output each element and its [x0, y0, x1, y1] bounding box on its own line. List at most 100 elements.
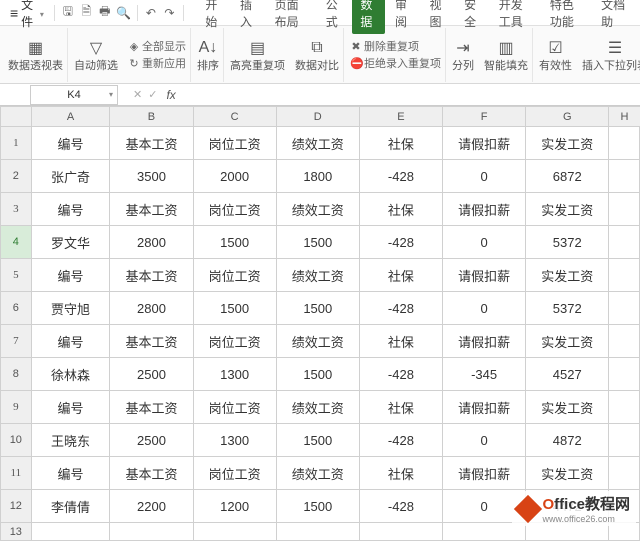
- cell[interactable]: 罗文华: [31, 226, 110, 259]
- cell[interactable]: [609, 193, 640, 226]
- cell[interactable]: [193, 523, 276, 541]
- row-header[interactable]: 13: [1, 523, 32, 541]
- cell[interactable]: 实发工资: [526, 391, 609, 424]
- col-header[interactable]: B: [110, 107, 193, 127]
- cell[interactable]: 实发工资: [526, 457, 609, 490]
- cell[interactable]: 社保: [359, 127, 442, 160]
- cell[interactable]: [609, 127, 640, 160]
- cell[interactable]: 请假扣薪: [443, 193, 526, 226]
- col-header[interactable]: C: [193, 107, 276, 127]
- cell[interactable]: 岗位工资: [193, 193, 276, 226]
- cell[interactable]: -428: [359, 226, 442, 259]
- cell[interactable]: 实发工资: [526, 325, 609, 358]
- cell[interactable]: 请假扣薪: [443, 127, 526, 160]
- cell[interactable]: 徐林森: [31, 358, 110, 391]
- cell[interactable]: -428: [359, 424, 442, 457]
- cell[interactable]: 社保: [359, 457, 442, 490]
- cell[interactable]: 岗位工资: [193, 391, 276, 424]
- cell[interactable]: 绩效工资: [276, 127, 359, 160]
- cell[interactable]: 基本工资: [110, 193, 193, 226]
- cell[interactable]: 绩效工资: [276, 457, 359, 490]
- cell[interactable]: 贾守旭: [31, 292, 110, 325]
- row-header[interactable]: 10: [1, 424, 32, 457]
- row-header[interactable]: 11: [1, 457, 32, 490]
- cell[interactable]: 实发工资: [526, 127, 609, 160]
- cell[interactable]: 2500: [110, 358, 193, 391]
- cell[interactable]: 编号: [31, 325, 110, 358]
- cell[interactable]: -428: [359, 160, 442, 193]
- cell[interactable]: 王晓东: [31, 424, 110, 457]
- sort-button[interactable]: A↓ 排序: [193, 28, 224, 82]
- splitcol-button[interactable]: ⇥ 分列: [448, 28, 478, 82]
- cell[interactable]: 0: [443, 226, 526, 259]
- col-header[interactable]: D: [276, 107, 359, 127]
- save-icon[interactable]: 🖫: [61, 4, 75, 22]
- cell[interactable]: 社保: [359, 193, 442, 226]
- cell[interactable]: 1500: [193, 226, 276, 259]
- row-header[interactable]: 6: [1, 292, 32, 325]
- autofilter-button[interactable]: ▽ 自动筛选: [70, 28, 122, 82]
- cell[interactable]: 社保: [359, 259, 442, 292]
- grid-table[interactable]: A B C D E F G H 1编号基本工资岗位工资绩效工资社保请假扣薪实发工…: [0, 106, 640, 541]
- cell[interactable]: 编号: [31, 193, 110, 226]
- reject-dup-button[interactable]: ⛔拒绝录入重复项: [350, 55, 441, 71]
- cell[interactable]: [609, 226, 640, 259]
- row-header[interactable]: 3: [1, 193, 32, 226]
- row-header[interactable]: 9: [1, 391, 32, 424]
- cell[interactable]: 5372: [526, 226, 609, 259]
- cell[interactable]: 张广奇: [31, 160, 110, 193]
- cell[interactable]: 编号: [31, 127, 110, 160]
- cell[interactable]: 编号: [31, 391, 110, 424]
- cell[interactable]: [609, 358, 640, 391]
- cell[interactable]: 岗位工资: [193, 127, 276, 160]
- cell[interactable]: 4872: [526, 424, 609, 457]
- cell[interactable]: 2500: [110, 424, 193, 457]
- cell[interactable]: 绩效工资: [276, 193, 359, 226]
- row-header[interactable]: 8: [1, 358, 32, 391]
- row-header[interactable]: 7: [1, 325, 32, 358]
- cell[interactable]: 0: [443, 424, 526, 457]
- cell[interactable]: [609, 457, 640, 490]
- insert-dropdown-button[interactable]: ☰ 插入下拉列表: [578, 28, 640, 82]
- cell[interactable]: 社保: [359, 325, 442, 358]
- validity-button[interactable]: ☑ 有效性: [535, 28, 576, 82]
- cell[interactable]: 2800: [110, 226, 193, 259]
- row-header[interactable]: 4: [1, 226, 32, 259]
- cell[interactable]: 1500: [193, 292, 276, 325]
- cell[interactable]: [110, 523, 193, 541]
- cell[interactable]: 社保: [359, 391, 442, 424]
- cell[interactable]: 岗位工资: [193, 259, 276, 292]
- cell[interactable]: -345: [443, 358, 526, 391]
- cell[interactable]: 李倩倩: [31, 490, 110, 523]
- cell[interactable]: 请假扣薪: [443, 325, 526, 358]
- cell[interactable]: -428: [359, 358, 442, 391]
- cell[interactable]: 2800: [110, 292, 193, 325]
- cell[interactable]: [359, 523, 442, 541]
- smartfill-button[interactable]: ▥ 智能填充: [480, 28, 533, 82]
- cell[interactable]: [276, 523, 359, 541]
- cell[interactable]: [609, 391, 640, 424]
- undo-icon[interactable]: ↶: [144, 4, 158, 22]
- col-header[interactable]: A: [31, 107, 110, 127]
- cell[interactable]: 绩效工资: [276, 259, 359, 292]
- cell[interactable]: 基本工资: [110, 259, 193, 292]
- cell[interactable]: 2000: [193, 160, 276, 193]
- cancel-icon[interactable]: ✕: [133, 88, 142, 101]
- cell[interactable]: [609, 424, 640, 457]
- col-header[interactable]: H: [609, 107, 640, 127]
- cell[interactable]: 岗位工资: [193, 325, 276, 358]
- cell[interactable]: 基本工资: [110, 325, 193, 358]
- cell[interactable]: 2200: [110, 490, 193, 523]
- cell[interactable]: 0: [443, 160, 526, 193]
- row-header[interactable]: 5: [1, 259, 32, 292]
- col-header[interactable]: F: [443, 107, 526, 127]
- cell[interactable]: 基本工资: [110, 457, 193, 490]
- cell[interactable]: 3500: [110, 160, 193, 193]
- cell[interactable]: 基本工资: [110, 391, 193, 424]
- col-header[interactable]: E: [359, 107, 442, 127]
- row-header[interactable]: 12: [1, 490, 32, 523]
- preview-icon[interactable]: 🔍: [116, 4, 131, 22]
- show-all-button[interactable]: ◈全部显示: [128, 38, 186, 54]
- cell[interactable]: 1500: [276, 490, 359, 523]
- cell[interactable]: 绩效工资: [276, 325, 359, 358]
